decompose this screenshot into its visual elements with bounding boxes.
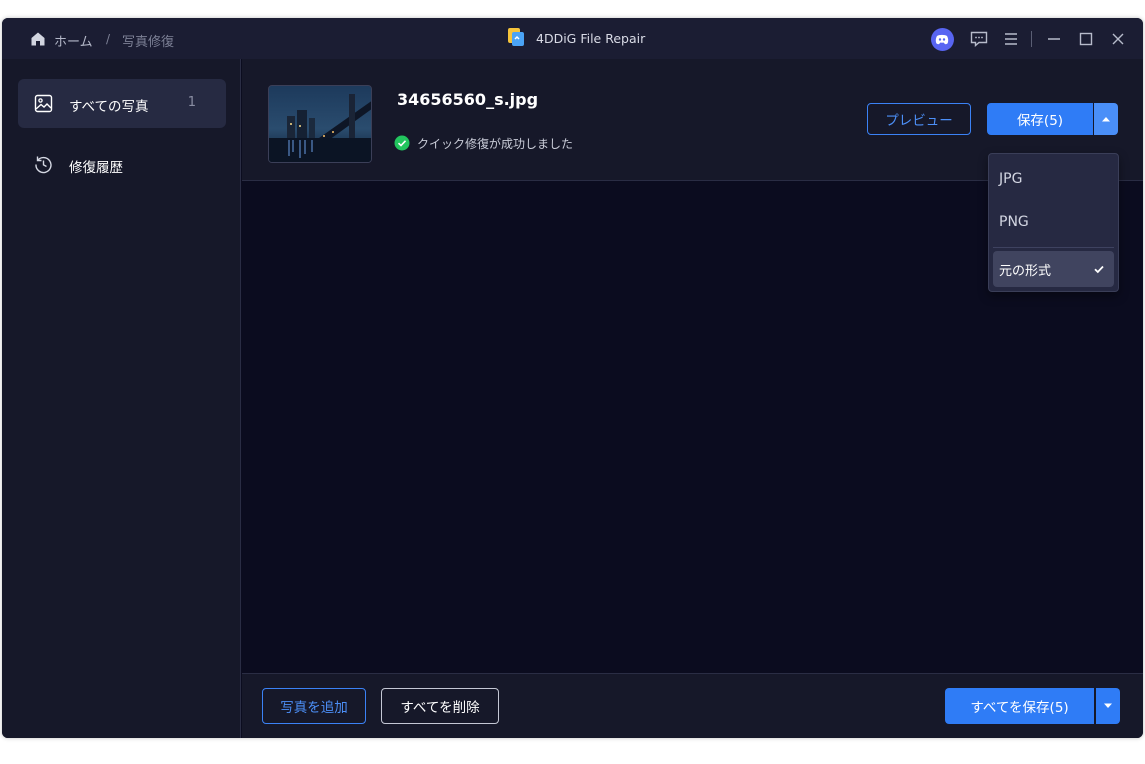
history-icon (35, 156, 52, 174)
image-icon (34, 94, 53, 113)
sidebar-item-label: 修復履歴 (69, 160, 123, 176)
format-option-png[interactable]: PNG (989, 205, 1118, 241)
titlebar-divider (1031, 31, 1032, 47)
format-option-label: 元の形式 (999, 264, 1052, 279)
app-window: ホーム / 写真修復 4DDiG File Repair すべての写真 1 修復… (2, 18, 1143, 738)
caret-up-icon (1102, 117, 1110, 122)
file-name: 34656560_s.jpg (397, 90, 539, 109)
menu-button[interactable] (999, 27, 1023, 51)
discord-icon (935, 34, 949, 44)
check-icon (1094, 265, 1104, 274)
breadcrumb-current: 写真修復 (122, 35, 175, 50)
caret-down-icon (1104, 703, 1112, 708)
save-all-button[interactable]: すべてを保存(5) (945, 688, 1094, 724)
minimize-button[interactable] (1042, 27, 1066, 51)
sidebar-item-label: すべての写真 (69, 99, 149, 115)
app-logo-icon (508, 28, 524, 46)
check-circle-icon (394, 135, 410, 151)
delete-all-button[interactable]: すべてを削除 (381, 688, 499, 724)
sidebar: すべての写真 1 修復履歴 (2, 59, 241, 738)
format-option-jpg[interactable]: JPG (989, 162, 1118, 198)
sidebar-item-count: 1 (187, 95, 196, 110)
app-title: 4DDiG File Repair (536, 31, 646, 46)
maximize-button[interactable] (1074, 27, 1098, 51)
photo-thumbnail[interactable] (268, 85, 372, 163)
format-option-original[interactable]: 元の形式 (993, 251, 1114, 287)
home-icon[interactable] (30, 31, 46, 47)
save-format-dropdown: JPG PNG 元の形式 (988, 153, 1119, 292)
close-icon (1112, 33, 1124, 45)
menu-icon (1005, 33, 1017, 45)
discord-button[interactable] (930, 27, 954, 51)
add-photo-button[interactable]: 写真を追加 (262, 688, 366, 724)
repair-status-text: クイック修復が成功しました (417, 137, 574, 151)
title-bar: ホーム / 写真修復 4DDiG File Repair (2, 18, 1143, 59)
save-button[interactable]: 保存(5) (987, 103, 1093, 135)
feedback-icon (970, 31, 988, 47)
preview-button[interactable]: プレビュー (867, 103, 971, 135)
maximize-icon (1079, 32, 1093, 46)
breadcrumb-home[interactable]: ホーム (54, 31, 93, 50)
close-button[interactable] (1106, 27, 1130, 51)
minimize-icon (1048, 38, 1060, 40)
feedback-button[interactable] (967, 27, 991, 51)
sidebar-item-all-photos[interactable]: すべての写真 1 (18, 79, 226, 128)
save-format-toggle[interactable] (1094, 103, 1118, 135)
save-all-format-toggle[interactable] (1096, 688, 1120, 724)
breadcrumb-separator: / (106, 32, 111, 46)
night-city-image (269, 86, 371, 162)
format-option-label: JPG (999, 171, 1023, 187)
dropdown-divider (993, 247, 1114, 248)
format-option-label: PNG (999, 214, 1029, 230)
sidebar-item-history[interactable]: 修復履歴 (18, 140, 226, 189)
footer-bar: 写真を追加 すべてを削除 すべてを保存(5) (242, 673, 1143, 738)
